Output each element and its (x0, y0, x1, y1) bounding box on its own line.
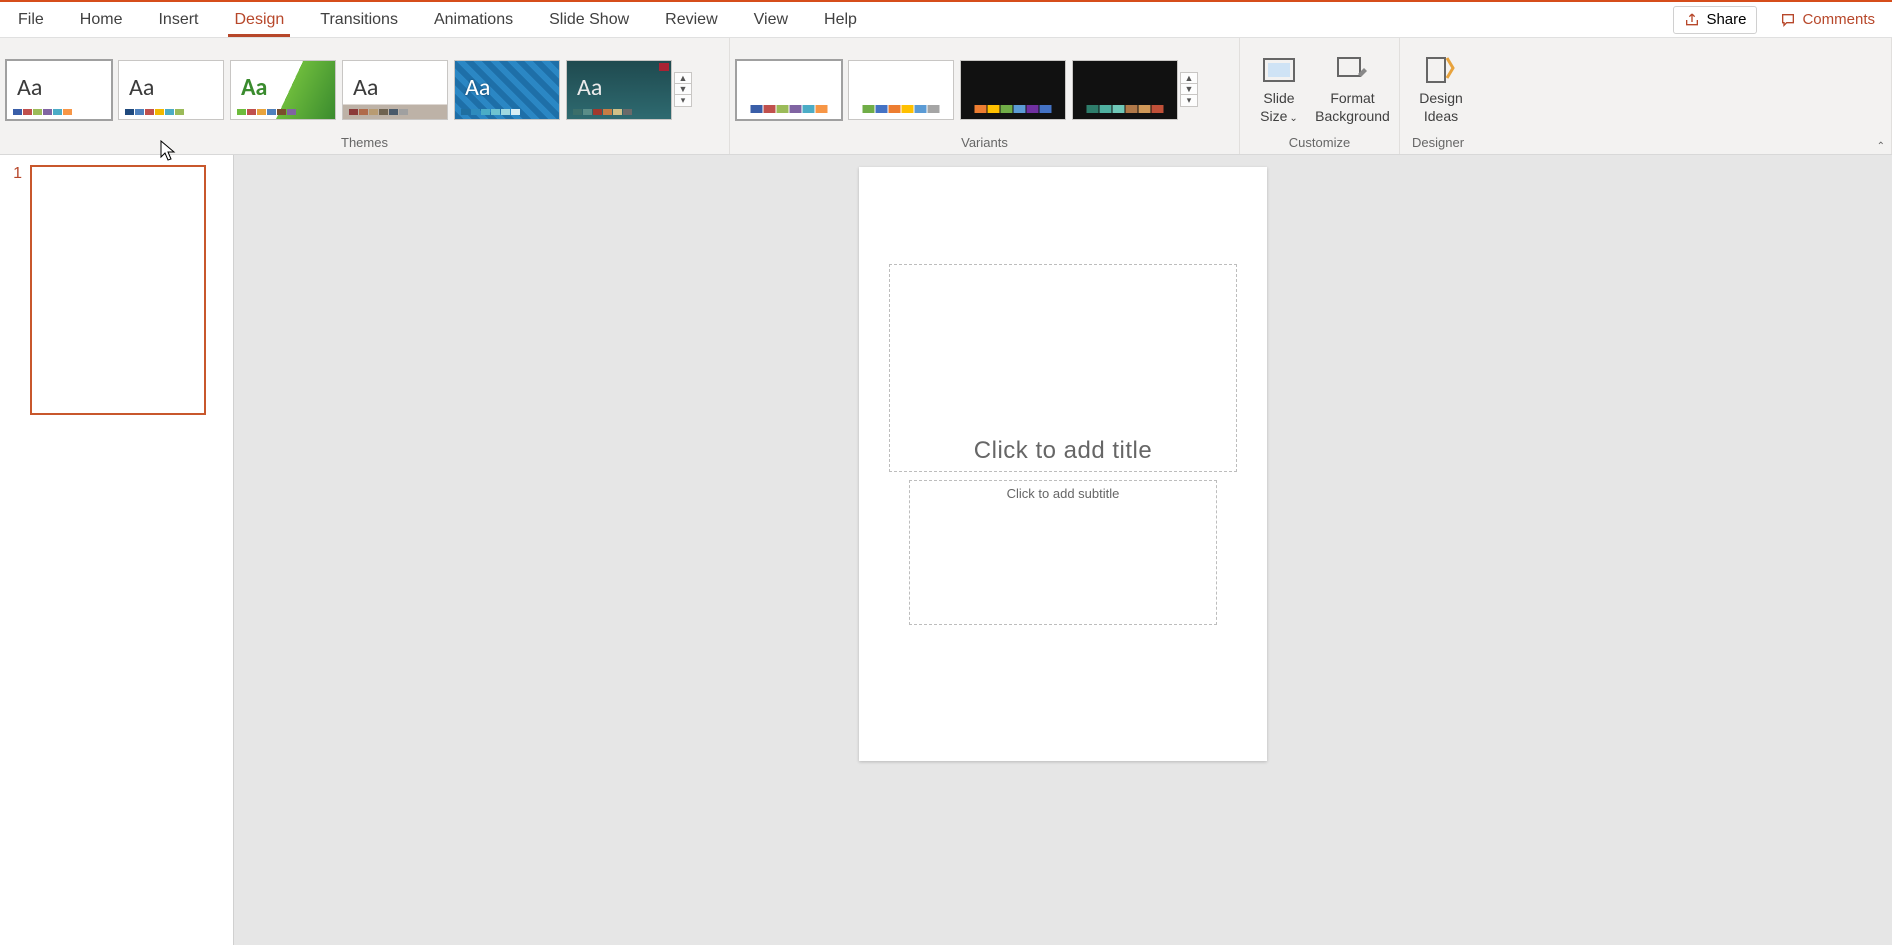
theme-item-2[interactable]: Aa (118, 60, 224, 120)
variant-colors (975, 105, 1052, 113)
theme-preview-text: Aa (353, 73, 378, 102)
slide-canvas-area[interactable]: Click to add title Click to add subtitle (234, 155, 1892, 945)
share-button[interactable]: Share (1673, 6, 1757, 34)
theme-item-1[interactable]: Aa (6, 60, 112, 120)
title-placeholder-text: Click to add title (974, 437, 1152, 471)
share-icon (1684, 12, 1700, 28)
themes-scroll-down[interactable]: ▼ (674, 84, 692, 95)
theme-colors (573, 109, 632, 115)
design-ideas-icon (1425, 54, 1457, 86)
variant-colors (1087, 105, 1164, 113)
tab-review[interactable]: Review (647, 2, 735, 37)
variant-colors (751, 105, 828, 113)
format-background-icon (1336, 54, 1368, 86)
ribbon-tabbar: File Home Insert Design Transitions Anim… (0, 2, 1892, 38)
tab-file[interactable]: File (0, 2, 62, 37)
variants-group-label: Variants (730, 135, 1239, 154)
variant-item-3[interactable] (960, 60, 1066, 120)
tab-home[interactable]: Home (62, 2, 141, 37)
variant-item-1[interactable] (736, 60, 842, 120)
variant-item-4[interactable] (1072, 60, 1178, 120)
variants-scroll-up[interactable]: ▲ (1180, 72, 1198, 84)
theme-preview-text: Aa (129, 73, 154, 102)
comments-label: Comments (1802, 11, 1875, 28)
subtitle-placeholder[interactable]: Click to add subtitle (909, 480, 1217, 625)
themes-gallery-more[interactable]: ▾ (674, 95, 692, 107)
workspace: 1 Click to add title Click to add subtit… (0, 155, 1892, 945)
theme-colors (237, 109, 296, 115)
slide-size-icon (1263, 54, 1295, 86)
share-label: Share (1706, 11, 1746, 28)
slide-thumbnail-panel[interactable]: 1 (0, 155, 234, 945)
themes-gallery: Aa Aa Aa Aa Aa (6, 60, 672, 120)
ribbon: Aa Aa Aa Aa Aa (0, 38, 1892, 155)
tab-transitions[interactable]: Transitions (302, 2, 416, 37)
theme-preview-text: Aa (17, 73, 42, 102)
theme-item-5[interactable]: Aa (454, 60, 560, 120)
group-designer: Design Ideas Designer ⌃ (1400, 38, 1892, 154)
design-ideas-button[interactable]: Design Ideas (1406, 48, 1476, 132)
comments-button[interactable]: Comments (1769, 6, 1886, 34)
comment-icon (1780, 12, 1796, 28)
theme-item-3[interactable]: Aa (230, 60, 336, 120)
customize-group-label: Customize (1240, 135, 1399, 154)
variants-gallery-scroll: ▲ ▼ ▾ (1180, 72, 1198, 107)
themes-group-label: Themes (0, 135, 729, 154)
slide-thumb-row: 1 (6, 165, 227, 415)
theme-colors (461, 109, 520, 115)
variants-gallery (736, 60, 1178, 120)
group-variants: ▲ ▼ ▾ Variants (730, 38, 1240, 154)
design-ideas-label: Design Ideas (1419, 90, 1463, 125)
slide-thumbnail-1[interactable] (30, 165, 206, 415)
theme-item-6[interactable]: Aa (566, 60, 672, 120)
tab-view[interactable]: View (736, 2, 806, 37)
theme-colors (13, 109, 72, 115)
tab-slide-show[interactable]: Slide Show (531, 2, 647, 37)
variants-gallery-wrap: ▲ ▼ ▾ (730, 38, 1239, 135)
theme-preview-text: Aa (577, 73, 602, 102)
variant-colors (863, 105, 940, 113)
theme-preview-text: Aa (241, 73, 267, 102)
customize-body: Slide Size⌄ Format Background (1240, 38, 1399, 135)
themes-gallery-wrap: Aa Aa Aa Aa Aa (0, 38, 729, 135)
variants-scroll-down[interactable]: ▼ (1180, 84, 1198, 95)
variants-gallery-more[interactable]: ▾ (1180, 95, 1198, 107)
group-customize: Slide Size⌄ Format Background Customize (1240, 38, 1400, 154)
theme-colors (349, 109, 408, 115)
format-background-label: Format Background (1315, 90, 1390, 125)
tab-help[interactable]: Help (806, 2, 875, 37)
theme-item-4[interactable]: Aa (342, 60, 448, 120)
tab-insert[interactable]: Insert (140, 2, 216, 37)
ribbon-tabs: File Home Insert Design Transitions Anim… (0, 2, 875, 37)
collapse-ribbon-button[interactable]: ⌃ (1877, 141, 1885, 152)
themes-gallery-scroll: ▲ ▼ ▾ (674, 72, 692, 107)
group-themes: Aa Aa Aa Aa Aa (0, 38, 730, 154)
subtitle-placeholder-text: Click to add subtitle (1007, 486, 1120, 501)
tab-animations[interactable]: Animations (416, 2, 531, 37)
slide-canvas[interactable]: Click to add title Click to add subtitle (859, 167, 1267, 761)
slide-size-button[interactable]: Slide Size⌄ (1246, 48, 1312, 132)
theme-preview-text: Aa (465, 73, 490, 102)
title-placeholder[interactable]: Click to add title (889, 264, 1237, 472)
slide-number: 1 (6, 165, 22, 415)
tab-design[interactable]: Design (216, 2, 302, 37)
designer-group-label: Designer (1400, 135, 1891, 154)
themes-scroll-up[interactable]: ▲ (674, 72, 692, 84)
format-background-button[interactable]: Format Background (1312, 48, 1393, 132)
theme-colors (125, 109, 184, 115)
variant-item-2[interactable] (848, 60, 954, 120)
slide-size-label: Slide Size⌄ (1260, 90, 1298, 125)
designer-body: Design Ideas (1400, 38, 1891, 135)
